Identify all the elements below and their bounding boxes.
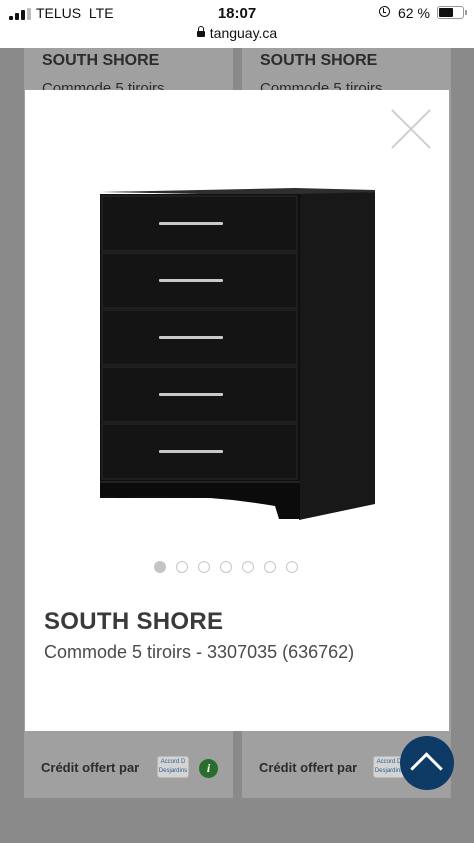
financing-logo: Accord D Desjardins [157,756,189,778]
credit-label: Crédit offert par [41,760,140,775]
info-icon[interactable]: i [199,759,218,778]
scroll-to-top-button[interactable] [400,736,454,790]
card-brand: SOUTH SHORE [42,52,160,69]
url-text: tanguay.ca [209,25,278,41]
product-modal: SOUTH SHORE Commode 5 tiroirs - 3307035 … [25,90,449,731]
product-image[interactable] [95,184,375,524]
carousel-dot-2[interactable] [176,561,188,573]
carousel-dot-5[interactable] [242,561,254,573]
credit-label: Crédit offert par [259,760,358,775]
carousel-dot-1[interactable] [154,561,166,573]
address-bar[interactable]: tanguay.ca [0,25,474,41]
carousel-dot-4[interactable] [220,561,232,573]
battery-icon [437,6,464,19]
dresser-illustration [100,188,375,520]
battery-tip [465,10,467,15]
carousel-dots [154,560,308,574]
product-brand: SOUTH SHORE [44,608,224,635]
close-icon[interactable] [390,108,432,150]
lock-icon [196,26,205,37]
card-brand: SOUTH SHORE [260,52,378,69]
status-bar: TELUS LTE 18:07 tanguay.ca 62 % [0,0,474,48]
battery-percent: 62 % [398,5,430,21]
carousel-dot-6[interactable] [264,561,276,573]
alarm-icon [379,6,390,17]
battery-level [439,8,453,17]
product-title: Commode 5 tiroirs - 3307035 (636762) [44,642,355,662]
carousel-dot-7[interactable] [286,561,298,573]
carousel-dot-3[interactable] [198,561,210,573]
